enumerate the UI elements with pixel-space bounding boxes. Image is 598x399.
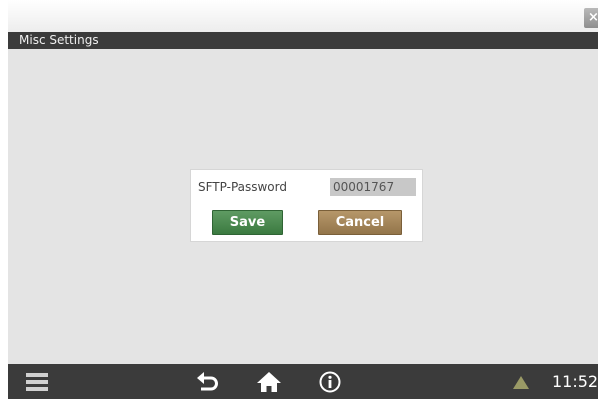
warning-icon[interactable] bbox=[512, 375, 530, 394]
taskbar: 11:52 bbox=[8, 364, 598, 399]
info-icon[interactable] bbox=[318, 371, 342, 397]
title-bar: Misc Settings bbox=[8, 32, 598, 49]
password-label: SFTP-Password bbox=[198, 180, 287, 194]
clock: 11:52 bbox=[552, 372, 598, 391]
password-field[interactable]: 00001767 bbox=[330, 178, 416, 196]
window-top-strip: × bbox=[8, 0, 598, 33]
page-title: Misc Settings bbox=[19, 33, 99, 47]
cancel-button[interactable]: Cancel bbox=[318, 210, 402, 235]
password-dialog: SFTP-Password 00001767 Save Cancel bbox=[190, 169, 423, 242]
device-frame bbox=[0, 0, 8, 399]
save-button[interactable]: Save bbox=[212, 210, 283, 235]
home-icon[interactable] bbox=[256, 371, 282, 397]
close-button[interactable]: × bbox=[584, 8, 598, 28]
app-screen: × Misc Settings SFTP-Password 00001767 S… bbox=[8, 0, 598, 399]
back-icon[interactable] bbox=[196, 371, 220, 397]
menu-icon[interactable] bbox=[26, 373, 48, 395]
